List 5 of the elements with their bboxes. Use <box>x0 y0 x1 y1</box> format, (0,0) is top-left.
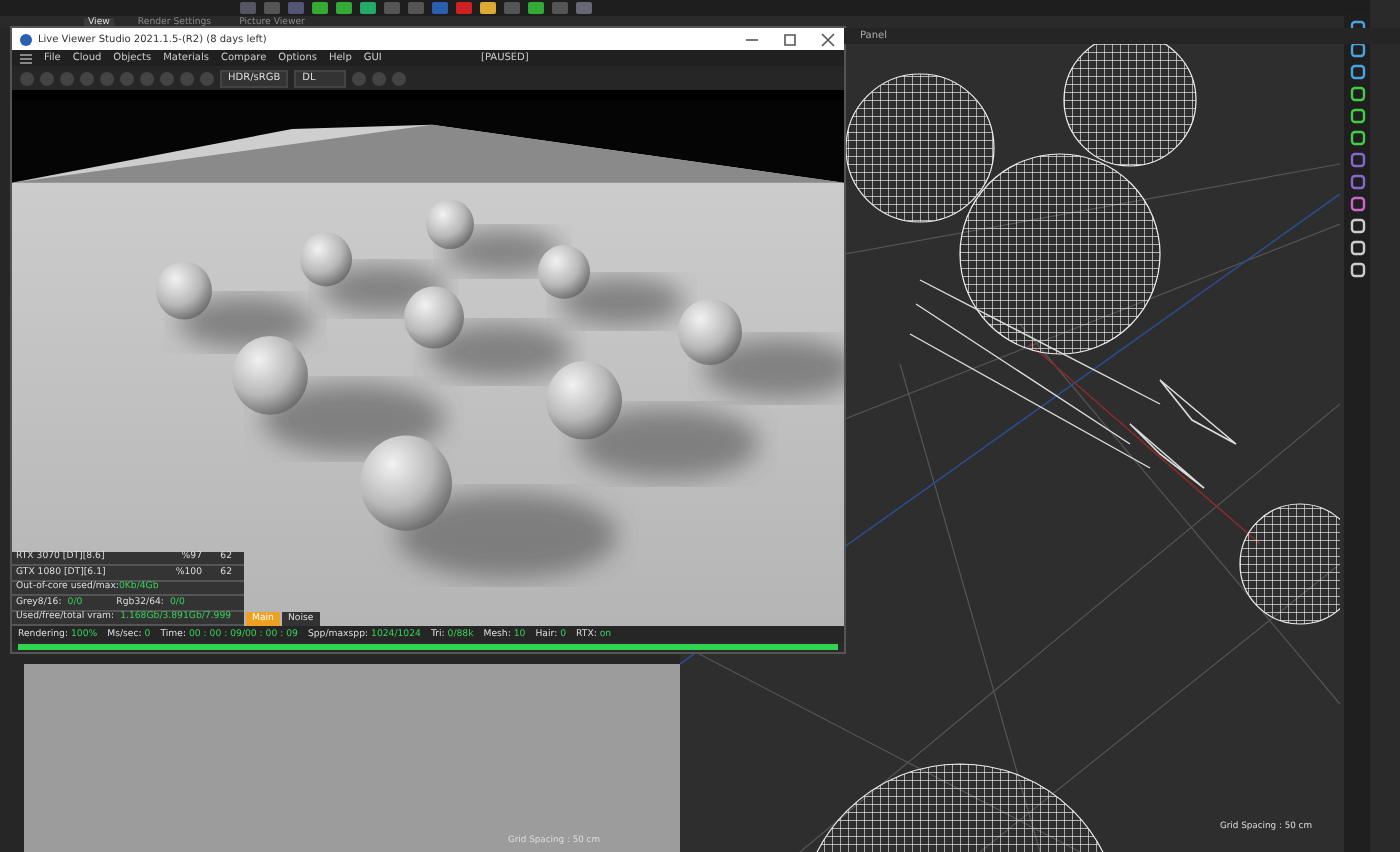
app-logo-icon <box>20 33 32 45</box>
circle-icon[interactable] <box>120 71 134 85</box>
maximize-icon[interactable] <box>782 31 798 47</box>
close-icon[interactable] <box>820 31 836 47</box>
menu-icon[interactable] <box>20 53 32 63</box>
